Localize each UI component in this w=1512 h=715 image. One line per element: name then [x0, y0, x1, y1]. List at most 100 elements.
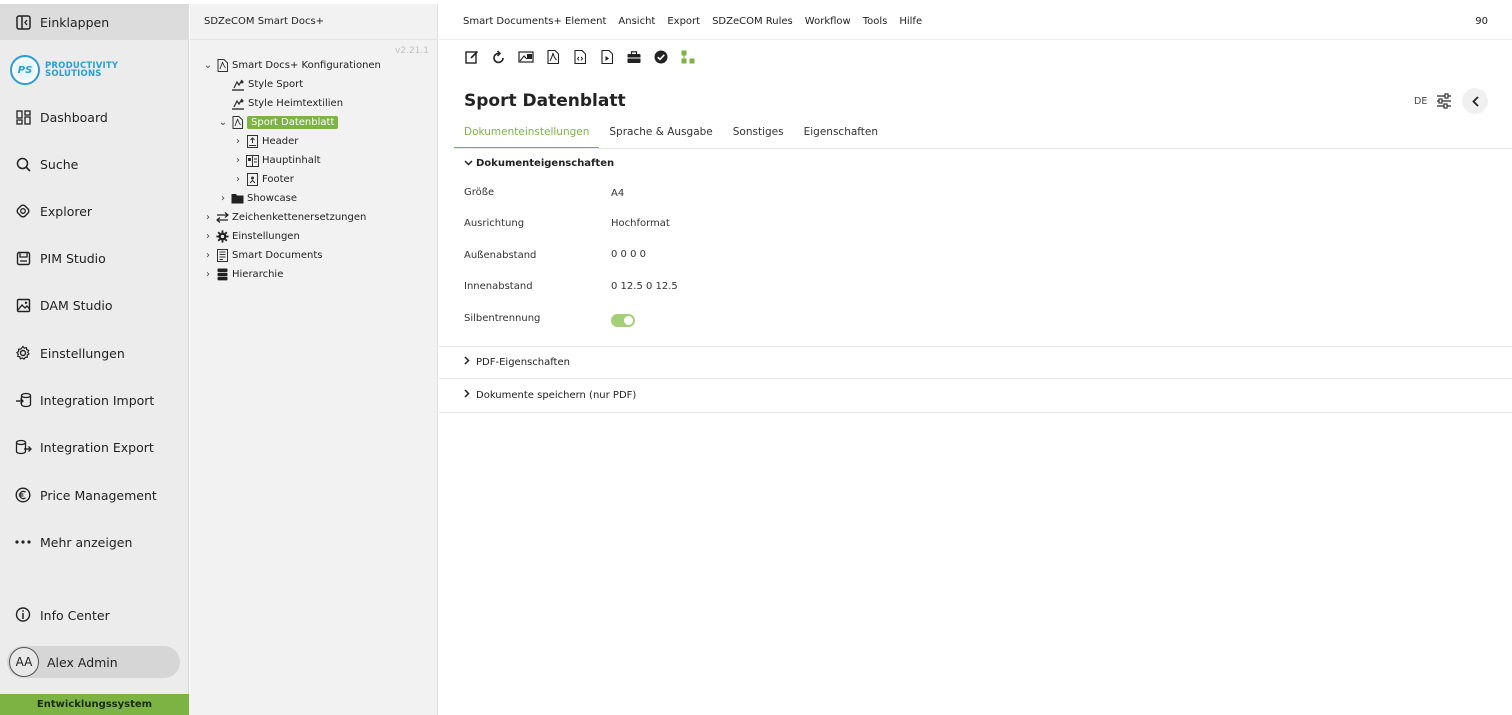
chevron-down-icon[interactable]: ⌄: [217, 117, 229, 128]
sidebar-item-settings[interactable]: Einstellungen: [0, 335, 189, 371]
page-title: Sport Datenblatt: [464, 91, 626, 111]
sidebar-item-label: Integration Import: [40, 392, 155, 408]
section-dokumente-speichern[interactable]: Dokumente speichern (nur PDF): [464, 389, 636, 401]
collapse-button[interactable]: Einklappen: [0, 4, 189, 40]
tab-dokumenteinstellungen[interactable]: Dokumenteinstellungen: [454, 126, 600, 149]
tree-node-zeichenketten[interactable]: › Zeichenkettenersetzungen: [202, 209, 366, 226]
sidebar-item-dashboard[interactable]: Dashboard: [0, 99, 189, 135]
tab-sonstiges[interactable]: Sonstiges: [723, 126, 794, 149]
sidebar-item-label: DAM Studio: [40, 297, 113, 313]
tree-node-label: Style Sport: [248, 79, 304, 90]
section-title: Dokumenteigenschaften: [476, 158, 615, 169]
folder-icon: [230, 192, 244, 205]
pdf-icon[interactable]: [544, 48, 562, 66]
chevron-left-icon: [1471, 92, 1480, 111]
user-name: Alex Admin: [47, 654, 118, 670]
environment-badge: Entwicklungssystem: [0, 694, 189, 715]
tree-node-label: Sport Datenblatt: [247, 116, 339, 129]
tree-node-label: Hauptinhalt: [262, 155, 321, 166]
chevron-right-icon[interactable]: ›: [202, 231, 214, 242]
sidebar-item-pim-studio[interactable]: PIM Studio: [0, 240, 189, 276]
property-label: Silbentrennung: [464, 313, 541, 324]
pdf-icon: [230, 116, 244, 129]
menu-item-export[interactable]: Export: [667, 16, 700, 27]
image-icon: [14, 296, 32, 314]
user-menu[interactable]: AA Alex Admin: [7, 646, 180, 678]
sidebar-item-more[interactable]: Mehr anzeigen: [0, 524, 189, 560]
sidebar-item-integration-export[interactable]: Integration Export: [0, 429, 189, 465]
tree-node-style-heimtextilien[interactable]: Style Heimtextilien: [230, 95, 343, 112]
tree-node-hauptinhalt[interactable]: › Hauptinhalt: [232, 152, 321, 169]
tree-node-configurations[interactable]: ⌄ Smart Docs+ Konfigurationen: [202, 57, 381, 74]
sidebar-item-info-center[interactable]: Info Center: [0, 597, 189, 633]
tree-node-label: Hierarchie: [232, 269, 284, 280]
collapse-icon: [14, 13, 32, 31]
code-document-icon[interactable]: [571, 48, 589, 66]
tree-node-showcase[interactable]: › Showcase: [217, 190, 297, 207]
avatar: AA: [9, 647, 39, 677]
chevron-right-icon: [464, 356, 476, 368]
tree-node-label: Header: [262, 136, 299, 147]
tree-node-footer[interactable]: › Footer: [232, 171, 294, 188]
tree-node-style-sport[interactable]: Style Sport: [230, 76, 303, 93]
menu-item-hilfe[interactable]: Hilfe: [899, 16, 922, 27]
menu-item-tools[interactable]: Tools: [863, 16, 888, 27]
section-pdf-eigenschaften[interactable]: PDF-Eigenschaften: [464, 356, 570, 368]
sidebar-item-price-management[interactable]: Price Management: [0, 477, 189, 513]
property-value-orientation[interactable]: Hochformat: [611, 218, 670, 229]
image-pdf-icon[interactable]: [517, 48, 535, 66]
chevron-right-icon[interactable]: ›: [232, 174, 244, 185]
briefcase-icon[interactable]: [625, 48, 643, 66]
tree-node-hierarchie[interactable]: › Hierarchie: [202, 266, 283, 283]
sidebar-item-search[interactable]: Suche: [0, 146, 189, 182]
tree-node-label: Showcase: [247, 193, 297, 204]
property-value-size[interactable]: A4: [611, 188, 624, 199]
more-icon: [14, 533, 32, 551]
reload-icon[interactable]: [490, 48, 508, 66]
tab-divider: [454, 148, 1512, 149]
tab-eigenschaften[interactable]: Eigenschaften: [794, 126, 888, 149]
chevron-right-icon[interactable]: ›: [202, 212, 214, 223]
tree-node-einstellungen[interactable]: › Einstellungen: [202, 228, 300, 245]
property-value-outer-margin[interactable]: 0 0 0 0: [611, 249, 646, 260]
play-document-icon[interactable]: [598, 48, 616, 66]
chevron-right-icon[interactable]: ›: [202, 250, 214, 261]
property-value-inner-padding[interactable]: 0 12.5 0 12.5: [611, 281, 678, 292]
menu-item-rules[interactable]: SDZeCOM Rules: [712, 16, 793, 27]
workflow-icon[interactable]: [679, 48, 697, 66]
collapse-panel-button[interactable]: [1462, 88, 1488, 114]
language-selector[interactable]: DE: [1414, 96, 1427, 107]
pim-icon: [14, 249, 32, 267]
tab-sprache-ausgabe[interactable]: Sprache & Ausgabe: [599, 126, 722, 149]
property-label: Ausrichtung: [464, 218, 525, 229]
main-panel: Smart Documents+ Element Ansicht Export …: [439, 4, 1512, 715]
tree-node-label: Einstellungen: [232, 231, 300, 242]
hyphenation-toggle[interactable]: [611, 314, 635, 327]
tree-node-header[interactable]: › Header: [232, 133, 298, 150]
tree-panel: SDZeCOM Smart Docs+ v2.21.1 ⌄ Smart Docs…: [190, 4, 438, 715]
chevron-right-icon[interactable]: ›: [217, 193, 229, 204]
sidebar-item-integration-import[interactable]: Integration Import: [0, 382, 189, 418]
chevron-right-icon[interactable]: ›: [232, 136, 244, 147]
chevron-right-icon[interactable]: ›: [232, 155, 244, 166]
section-dokumenteigenschaften[interactable]: Dokumenteigenschaften: [464, 158, 614, 169]
menu-item-ansicht[interactable]: Ansicht: [618, 16, 655, 27]
sidebar-item-dam-studio[interactable]: DAM Studio: [0, 287, 189, 323]
company-logo: PS PRODUCTIVITY SOLUTIONS: [10, 55, 118, 85]
menu-item-workflow[interactable]: Workflow: [805, 16, 851, 27]
tab-bar: Dokumenteinstellungen Sprache & Ausgabe …: [454, 126, 888, 149]
check-circle-icon[interactable]: [652, 48, 670, 66]
sidebar-item-explorer[interactable]: Explorer: [0, 193, 189, 229]
sidebar-item-label: Price Management: [40, 487, 157, 503]
tree-node-smart-documents[interactable]: › Smart Documents: [202, 247, 322, 264]
gear-icon: [215, 230, 229, 243]
section-divider: [439, 412, 1512, 413]
sidebar-item-label: Info Center: [40, 607, 110, 623]
chevron-down-icon[interactable]: ⌄: [202, 60, 214, 71]
tree-node-sport-datenblatt[interactable]: ⌄ Sport Datenblatt: [217, 114, 339, 131]
chevron-right-icon[interactable]: ›: [202, 269, 214, 280]
pdf-icon: [215, 59, 229, 72]
sliders-icon[interactable]: [1436, 93, 1454, 111]
edit-icon[interactable]: [463, 48, 481, 66]
menu-item-element[interactable]: Smart Documents+ Element: [463, 16, 606, 27]
